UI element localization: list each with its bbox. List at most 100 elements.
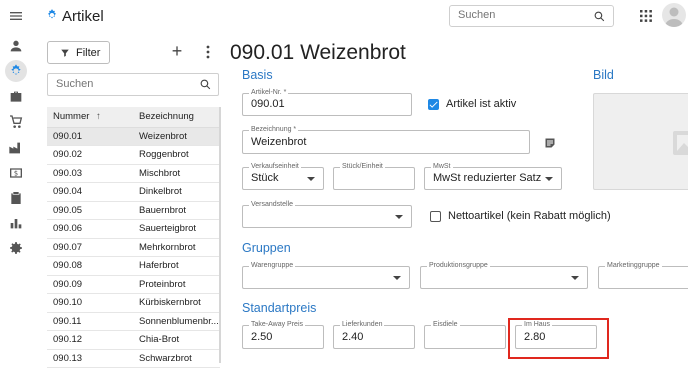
section-title-standardpreis: Standartpreis (242, 301, 317, 315)
field-value: 2.40 (342, 331, 364, 343)
search-icon[interactable] (593, 10, 606, 23)
list-search-input[interactable] (56, 78, 186, 90)
apps-grid-icon[interactable] (640, 10, 652, 22)
factory-icon[interactable] (8, 140, 24, 156)
table-header-row: Nummer ↑ Bezeichnung (47, 107, 220, 128)
filter-icon (61, 49, 69, 57)
artikel-aktiv-checkbox[interactable] (428, 99, 439, 110)
plus-icon: + (171, 41, 183, 61)
table-row[interactable]: 090.09 Proteinbrot (47, 275, 220, 294)
cell-nummer: 090.09 (47, 275, 133, 294)
field-label: Produktionsgruppe (427, 261, 490, 271)
eisdiele-preis-field[interactable]: Eisdiele (424, 320, 506, 349)
marketinggruppe-select[interactable]: Marketinggruppe (598, 261, 688, 289)
field-value: Stück (251, 172, 279, 184)
cell-nummer: 090.04 (47, 182, 133, 202)
svg-text:$: $ (14, 170, 18, 178)
settings-icon[interactable] (8, 240, 24, 256)
filter-button-label: Filter (76, 46, 101, 59)
table-row[interactable]: 090.10 Kürbiskernbrot (47, 293, 220, 313)
table-row[interactable]: 090.03 Mischbrot (47, 164, 220, 183)
cart-icon[interactable] (8, 114, 24, 130)
table-row[interactable]: 090.02 Roggenbrot (47, 145, 220, 165)
sort-arrow-icon[interactable]: ↑ (96, 111, 101, 122)
warengruppe-select[interactable]: Warengruppe (242, 261, 410, 289)
avatar[interactable] (662, 3, 686, 27)
table-row[interactable]: 090.12 Chia-Brot (47, 330, 220, 350)
chevron-down-icon (395, 214, 403, 219)
list-search-field[interactable] (47, 73, 219, 96)
bar-chart-icon[interactable] (8, 215, 24, 231)
cell-bezeichnung: Chia-Brot (133, 330, 220, 350)
filter-button[interactable]: Filter (47, 41, 110, 64)
search-icon[interactable] (199, 78, 212, 91)
person-icon[interactable] (8, 38, 24, 54)
table-row[interactable]: 090.08 Haferbrot (47, 256, 220, 276)
versandstelle-select[interactable]: Versandstelle (242, 200, 412, 228)
nettoartikel-label: Nettoartikel (kein Rabatt möglich) (448, 210, 611, 222)
more-vert-icon[interactable] (202, 44, 214, 60)
table-row[interactable]: 090.06 Sauerteigbrot (47, 219, 220, 239)
cell-nummer: 090.03 (47, 164, 133, 183)
article-list-table: Nummer ↑ Bezeichnung 090.01 Weizenbrot 090… (47, 107, 220, 368)
column-header-bezeichnung[interactable]: Bezeichnung (133, 107, 220, 128)
table-row[interactable]: 090.11 Sonnenblumenbr... (47, 312, 220, 331)
take-away-preis-field[interactable]: Take-Away Preis 2.50 (242, 320, 324, 349)
cell-bezeichnung: Sonnenblumenbr... (133, 312, 220, 331)
chevron-down-icon (307, 176, 315, 181)
cell-bezeichnung: Mischbrot (133, 164, 220, 183)
image-placeholder[interactable] (593, 93, 688, 190)
column-header-nummer[interactable]: Nummer ↑ (47, 107, 133, 128)
stueck-einheit-field[interactable]: Stück/Einheit (333, 162, 415, 190)
add-button[interactable]: + (169, 41, 185, 61)
lieferkunden-preis-field[interactable]: Lieferkunden 2.40 (333, 320, 415, 349)
cell-bezeichnung: Mehrkornbrot (133, 238, 220, 257)
briefcase-icon[interactable] (8, 89, 24, 105)
table-row[interactable]: 090.07 Mehrkornbrot (47, 238, 220, 257)
cell-bezeichnung: Haferbrot (133, 256, 220, 276)
clipboard-icon[interactable] (8, 190, 24, 206)
table-row[interactable]: 090.13 Schwarzbrot (47, 349, 220, 368)
nettoartikel-checkbox[interactable] (430, 211, 441, 222)
article-logo-icon (47, 9, 57, 19)
cell-bezeichnung: Proteinbrot (133, 275, 220, 294)
global-search-field[interactable] (449, 5, 614, 27)
global-search-input[interactable] (458, 9, 588, 21)
cell-bezeichnung: Sauerteigbrot (133, 219, 220, 239)
table-row[interactable]: 090.05 Bauernbrot (47, 201, 220, 220)
article-icon[interactable] (5, 60, 27, 82)
table-row[interactable]: 090.04 Dinkelbrot (47, 182, 220, 202)
user-avatar-icon (665, 7, 683, 27)
cell-nummer: 090.10 (47, 293, 133, 313)
cell-nummer: 090.02 (47, 145, 133, 165)
column-header-label: Nummer (53, 111, 90, 123)
field-label: MwSt (431, 162, 453, 172)
artikel-nr-field[interactable]: Artikel-Nr. * 090.01 (242, 88, 412, 116)
image-icon (673, 131, 688, 155)
artikel-aktiv-label: Artikel ist aktiv (446, 98, 517, 110)
app-title: Artikel (62, 8, 104, 25)
mwst-select[interactable]: MwSt MwSt reduzierter Satz (424, 162, 562, 190)
field-label: Lieferkunden (340, 320, 385, 330)
table-row[interactable]: 090.01 Weizenbrot (47, 127, 220, 146)
money-icon[interactable]: $ (8, 165, 24, 181)
chevron-down-icon (571, 275, 579, 280)
chevron-down-icon (545, 176, 553, 181)
menu-icon[interactable] (8, 8, 24, 24)
section-title-bild: Bild (593, 68, 614, 82)
verkaufseinheit-select[interactable]: Verkaufseinheit Stück (242, 162, 324, 190)
column-header-label: Bezeichnung (139, 111, 194, 123)
list-scrollbar[interactable] (219, 107, 221, 363)
field-label: Stück/Einheit (340, 162, 385, 172)
field-value: 2.50 (251, 331, 273, 343)
field-label: Verkaufseinheit (249, 162, 301, 172)
produktionsgruppe-select[interactable]: Produktionsgruppe (420, 261, 588, 289)
field-label: Warengruppe (249, 261, 296, 271)
notes-icon[interactable] (544, 137, 556, 149)
navigation-rail: $ (0, 0, 32, 363)
field-label: Take-Away Preis (249, 320, 306, 330)
field-label: Eisdiele (431, 320, 460, 330)
cell-nummer: 090.08 (47, 256, 133, 276)
bezeichnung-field[interactable]: Bezeichnung * Weizenbrot (242, 125, 530, 154)
field-label: Bezeichnung * (249, 125, 299, 135)
